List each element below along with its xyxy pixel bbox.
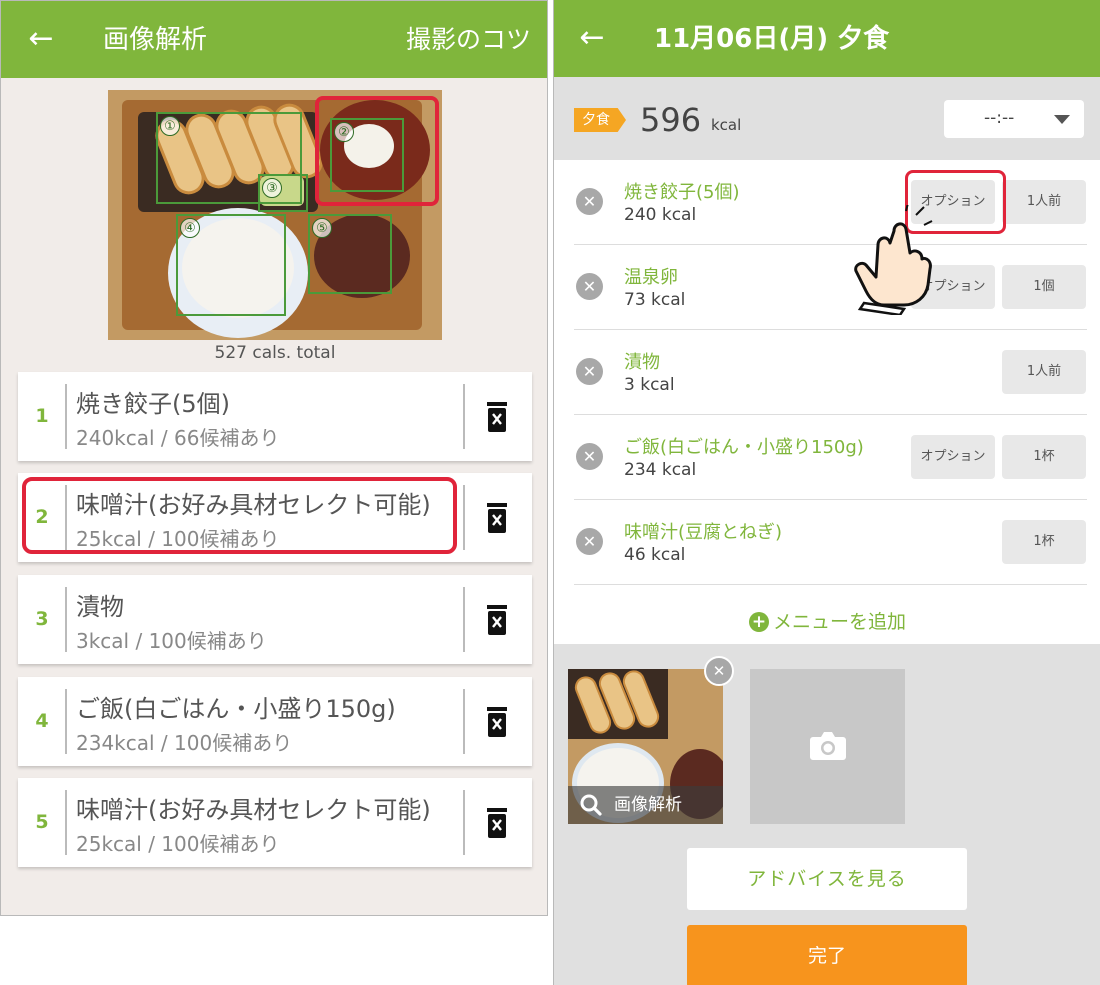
image-analysis-label: 画像解析 [614,795,682,815]
item-detail: 240kcal / 66候補あり [76,426,280,450]
pointing-hand-icon [854,205,933,315]
remove-icon[interactable]: ✕ [576,358,603,385]
advice-button[interactable]: アドバイスを見る [687,848,967,910]
item-kcal: 240 kcal [624,205,697,225]
item-name: 味噌汁(お好み具材セレクト可能) [76,796,431,824]
item-index: 3 [35,608,49,630]
item-name[interactable]: 温泉卵 [624,263,678,289]
add-menu-button[interactable]: + メニューを追加 [554,600,1100,644]
divider [65,689,67,754]
option-button[interactable]: オプション [911,435,995,479]
item-kcal: 3 kcal [624,375,675,395]
trash-icon[interactable] [484,707,510,737]
back-arrow-icon[interactable]: ← [23,19,59,59]
divider [463,689,465,754]
kcal-unit: kcal [711,116,742,134]
time-value: --:-- [984,108,1015,128]
quantity-button[interactable]: 1杯 [1002,520,1086,564]
item-name[interactable]: ご飯(白ごはん・小盛り150g) [624,433,864,459]
total-kcal: 596 [640,101,702,139]
divider [463,384,465,449]
divider [463,485,465,550]
quantity-button[interactable]: 1人前 [1002,180,1086,224]
list-item[interactable]: ✕ 温泉卵 73 kcal オプション 1個 [554,245,1100,330]
list-item[interactable]: ✕ 味噌汁(豆腐とねぎ) 46 kcal 1杯 [554,500,1100,585]
quantity-button[interactable]: 1個 [1002,265,1086,309]
detection-box-3[interactable]: ③ [258,174,308,212]
item-kcal: 73 kcal [624,290,686,310]
divider [463,587,465,652]
list-item[interactable]: 5 味噌汁(お好み具材セレクト可能) 25kcal / 100候補あり [18,778,532,867]
meal-summary: 夕食 596 kcal --:-- [554,88,1100,156]
search-icon [580,794,602,816]
remove-icon[interactable]: ✕ [576,528,603,555]
app-bar: ← 11月06日(月) 夕食 [554,0,1100,77]
page-title: 画像解析 [103,25,208,55]
trash-icon[interactable] [484,605,510,635]
divider [65,587,67,652]
add-photo-slot[interactable] [750,669,905,824]
detection-number: ⑤ [312,218,332,238]
item-detail: 25kcal / 100候補あり [76,832,280,856]
total-calories-caption: 527 cals. total [214,343,336,363]
image-analysis-screen: ← 画像解析 撮影のコツ ① ② ③ ④ ⑤ 527 cals. total 1… [0,0,548,916]
item-name: ご飯(白ごはん・小盛り150g) [76,695,396,723]
list-item[interactable]: 1 焼き餃子(5個) 240kcal / 66候補あり [18,372,532,461]
detection-number: ④ [180,218,200,238]
remove-icon[interactable]: ✕ [576,443,603,470]
app-bar: ← 画像解析 撮影のコツ [1,1,547,78]
divider [463,790,465,855]
detection-number: ③ [262,178,282,198]
list-item[interactable]: ✕ ご飯(白ごはん・小盛り150g) 234 kcal オプション 1杯 [554,415,1100,500]
divider [574,584,1087,585]
item-index: 5 [35,811,49,833]
detection-number: ① [160,116,180,136]
trash-icon[interactable] [484,402,510,432]
item-index: 4 [35,710,49,732]
divider [65,384,67,449]
highlight-frame [22,477,457,554]
trash-icon[interactable] [484,503,510,533]
item-name[interactable]: 漬物 [624,348,660,374]
quantity-button[interactable]: 1人前 [1002,350,1086,394]
list-item[interactable]: ✕ 漬物 3 kcal 1人前 [554,330,1100,415]
photo-tips-link[interactable]: 撮影のコツ [406,22,531,58]
highlight-frame [315,96,439,206]
item-kcal: 234 kcal [624,460,697,480]
item-name: 漬物 [76,593,124,621]
image-analysis-overlay[interactable]: 画像解析 [568,786,723,824]
camera-icon [810,732,846,760]
meal-item-list: ✕ 焼き餃子(5個) 240 kcal オプション 1人前 ✕ 温泉卵 73 k… [554,160,1100,644]
meal-record-screen: ← 11月06日(月) 夕食 夕食 596 kcal --:-- ✕ 焼き餃子(… [553,0,1100,985]
done-button[interactable]: 完了 [687,925,967,985]
add-menu-label: メニューを追加 [772,611,906,633]
trash-icon[interactable] [484,808,510,838]
item-name[interactable]: 味噌汁(豆腐とねぎ) [624,518,782,544]
quantity-button[interactable]: 1杯 [1002,435,1086,479]
remove-icon[interactable]: ✕ [576,273,603,300]
close-icon[interactable]: ✕ [704,656,734,686]
remove-icon[interactable]: ✕ [576,188,603,215]
item-detail: 234kcal / 100候補あり [76,731,293,755]
page-title: 11月06日(月) 夕食 [654,24,890,54]
item-detail: 3kcal / 100候補あり [76,629,267,653]
meal-photo-thumbnail[interactable]: 画像解析 [568,669,723,824]
back-arrow-icon[interactable]: ← [574,18,610,58]
item-name: 焼き餃子(5個) [76,390,230,418]
plus-circle-icon: + [748,612,769,632]
list-item[interactable]: 3 漬物 3kcal / 100候補あり [18,575,532,664]
detection-box-4[interactable]: ④ [176,214,286,316]
list-item[interactable]: ✕ 焼き餃子(5個) 240 kcal オプション 1人前 [554,160,1100,245]
time-select[interactable]: --:-- [944,100,1084,138]
dropdown-caret-icon [1054,115,1070,124]
item-name[interactable]: 焼き餃子(5個) [624,178,740,204]
list-item[interactable]: 4 ご飯(白ごはん・小盛り150g) 234kcal / 100候補あり [18,677,532,766]
item-index: 1 [35,405,49,427]
divider [65,790,67,855]
item-kcal: 46 kcal [624,545,686,565]
detection-box-5[interactable]: ⑤ [308,214,392,294]
meal-type-badge: 夕食 [574,108,626,132]
